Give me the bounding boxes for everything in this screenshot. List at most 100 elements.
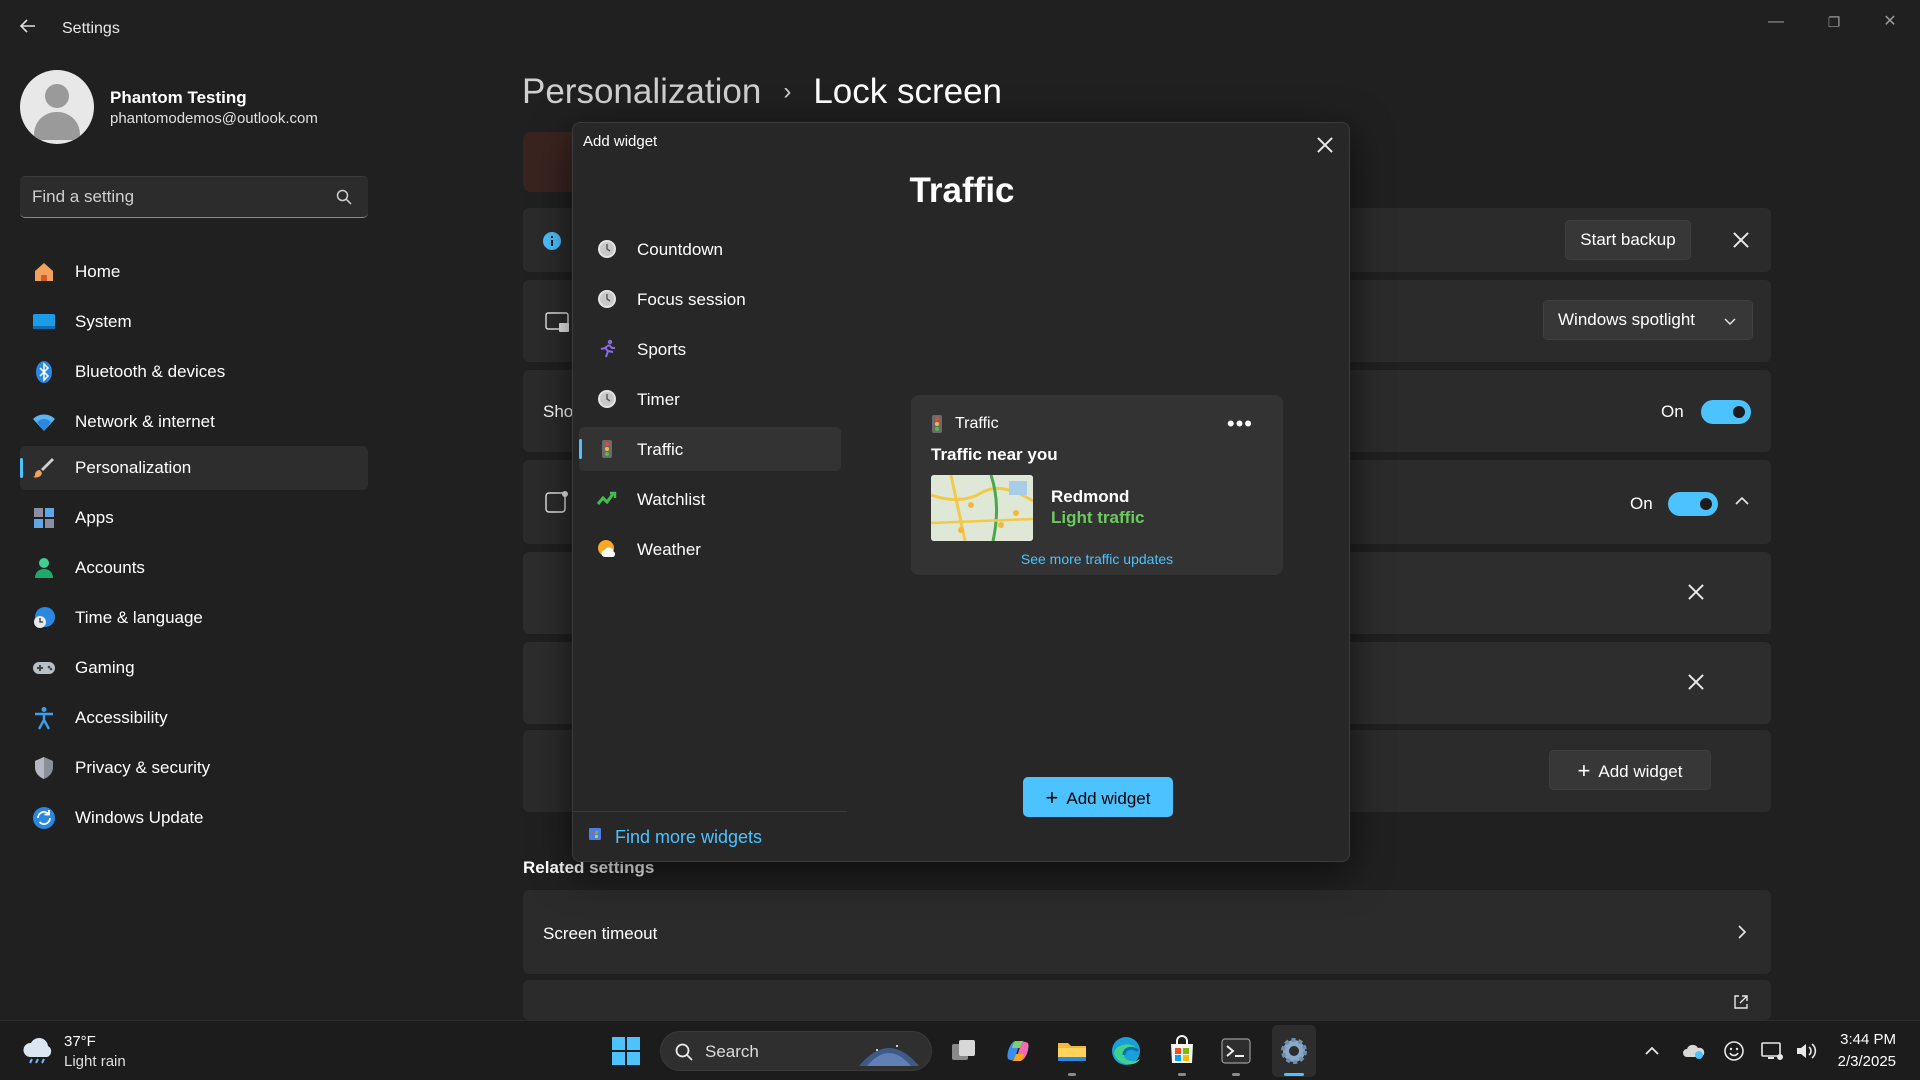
- edge-icon[interactable]: [1110, 1035, 1142, 1067]
- toggle-state: On: [1630, 494, 1653, 513]
- widget-heading: Traffic near you: [931, 445, 1058, 464]
- preview-title: Traffic: [909, 171, 1015, 210]
- breadcrumb-parent[interactable]: Personalization: [522, 72, 761, 111]
- avatar[interactable]: [20, 70, 94, 144]
- widget-item-countdown[interactable]: Countdown: [579, 227, 841, 271]
- taskbar-search-label: Search: [705, 1042, 759, 1061]
- store-icon: [589, 828, 601, 840]
- copilot-icon[interactable]: [1002, 1035, 1034, 1067]
- dialog-title: Add widget: [583, 133, 658, 150]
- running-indicator: [1178, 1073, 1186, 1076]
- settings-taskbar-button[interactable]: [1272, 1025, 1316, 1077]
- sidebar-item-label: Time & language: [75, 608, 203, 627]
- emoji-icon[interactable]: [1722, 1039, 1746, 1063]
- widget-item-traffic[interactable]: Traffic: [579, 427, 841, 471]
- screen-timeout-label: Screen timeout: [543, 924, 658, 943]
- sidebar-item-accessibility[interactable]: Accessibility: [20, 696, 368, 740]
- widget-label: Focus session: [637, 290, 746, 309]
- widget-item-timer[interactable]: Timer: [579, 377, 841, 421]
- store-icon[interactable]: [1166, 1035, 1198, 1067]
- start-backup-button[interactable]: Start backup: [1565, 220, 1691, 260]
- taskbar-search[interactable]: Search: [660, 1031, 932, 1071]
- maximize-button[interactable]: ❐: [1814, 8, 1854, 36]
- task-view-icon[interactable]: [948, 1035, 980, 1067]
- file-explorer-icon[interactable]: [1056, 1035, 1088, 1067]
- search-icon[interactable]: [336, 189, 352, 205]
- sidebar-item-label: Gaming: [75, 658, 135, 677]
- active-indicator: [20, 458, 23, 478]
- chevron-right-icon: [1738, 925, 1747, 939]
- chevron-up-icon[interactable]: [1640, 1039, 1664, 1063]
- sidebar-item-gaming[interactable]: Gaming: [20, 646, 368, 690]
- sidebar-item-accounts[interactable]: Accounts: [20, 546, 368, 590]
- widget-item-focus-session[interactable]: Focus session: [579, 277, 841, 321]
- accounts-icon: [35, 558, 53, 578]
- sidebar-item-home[interactable]: Home: [20, 250, 368, 294]
- volume-icon[interactable]: [1794, 1039, 1818, 1063]
- windows-start-icon[interactable]: [610, 1035, 642, 1067]
- find-more-widgets-link[interactable]: Find more widgets: [615, 827, 762, 848]
- spotlight-dropdown[interactable]: Windows spotlight: [1543, 300, 1753, 340]
- add-widget-confirm-button[interactable]: + Add widget: [1023, 777, 1173, 817]
- minimize-button[interactable]: —: [1756, 8, 1796, 36]
- sidebar-item-windows-update[interactable]: Windows Update: [20, 796, 368, 840]
- toggle-switch[interactable]: [1668, 492, 1718, 516]
- avatar-head: [45, 84, 69, 108]
- terminal-icon[interactable]: [1220, 1035, 1252, 1067]
- see-more-traffic-link[interactable]: See more traffic updates: [911, 551, 1283, 567]
- onedrive-icon[interactable]: [1682, 1039, 1706, 1063]
- back-arrow-icon[interactable]: [18, 16, 42, 40]
- sidebar-item-label: System: [75, 312, 132, 331]
- close-icon[interactable]: [1317, 137, 1333, 153]
- toggle-knob: [1700, 498, 1712, 510]
- widget-label: Weather: [637, 540, 701, 559]
- clock-time[interactable]: 3:44 PM: [1840, 1031, 1896, 1048]
- widget-label: Timer: [637, 390, 680, 409]
- toggle-switch[interactable]: [1701, 400, 1751, 424]
- sidebar-item-privacy-security[interactable]: Privacy & security: [20, 746, 368, 790]
- bluetooth-icon: [36, 361, 52, 383]
- active-app-indicator: [1284, 1073, 1304, 1076]
- weather-temp: 37°F: [64, 1033, 96, 1050]
- breadcrumb: Personalization › Lock screen: [522, 72, 1002, 112]
- remove-widget-icon[interactable]: [1688, 674, 1704, 690]
- widget-item-watchlist[interactable]: Watchlist: [579, 477, 841, 521]
- traffic-status: Light traffic: [1051, 508, 1145, 527]
- more-options-icon[interactable]: •••: [1227, 411, 1253, 437]
- close-icon[interactable]: [1733, 232, 1749, 248]
- weather-rain-icon[interactable]: [20, 1035, 56, 1065]
- sidebar-item-system[interactable]: System: [20, 300, 368, 344]
- chevron-up-icon[interactable]: [1735, 496, 1749, 506]
- traffic-widget-preview: Traffic ••• Traffic near you Redmond Lig…: [911, 395, 1283, 575]
- search-highlight-icon: [859, 1045, 919, 1066]
- shield-icon: [35, 757, 53, 779]
- sidebar-item-apps[interactable]: Apps: [20, 496, 368, 540]
- info-icon: [543, 232, 561, 250]
- sidebar-item-personalization[interactable]: Personalization: [20, 446, 368, 490]
- widget-item-sports[interactable]: Sports: [579, 327, 841, 371]
- search-box[interactable]: [20, 176, 368, 218]
- profile-email: phantomodemos@outlook.com: [110, 110, 318, 127]
- widget-item-weather[interactable]: Weather: [579, 527, 841, 571]
- toggle-state: On: [1661, 402, 1684, 421]
- close-button[interactable]: ✕: [1870, 8, 1910, 36]
- screen-saver-row[interactable]: [523, 980, 1771, 1020]
- network-icon[interactable]: [1760, 1039, 1784, 1063]
- sidebar-item-bluetooth[interactable]: Bluetooth & devices: [20, 350, 368, 394]
- traffic-map-thumbnail: [931, 475, 1033, 541]
- clock-icon: [598, 240, 616, 258]
- divider: [573, 811, 847, 812]
- screen-timeout-row[interactable]: Screen timeout: [523, 890, 1771, 974]
- search-input[interactable]: [32, 177, 322, 217]
- remove-widget-icon[interactable]: [1688, 584, 1704, 600]
- clock-date[interactable]: 2/3/2025: [1838, 1053, 1896, 1070]
- sun-cloud-icon: [598, 540, 616, 557]
- weather-condition: Light rain: [64, 1053, 126, 1070]
- clock-icon: [598, 390, 616, 408]
- add-widget-dialog: Add widget Countdown Focus session Sport…: [572, 122, 1350, 862]
- sidebar-item-time-language[interactable]: Time & language: [20, 596, 368, 640]
- sidebar-item-network[interactable]: Network & internet: [20, 400, 368, 444]
- widgets-icon: [545, 491, 568, 513]
- add-widget-button[interactable]: + Add widget: [1549, 750, 1711, 790]
- row-label: Sho: [543, 402, 574, 421]
